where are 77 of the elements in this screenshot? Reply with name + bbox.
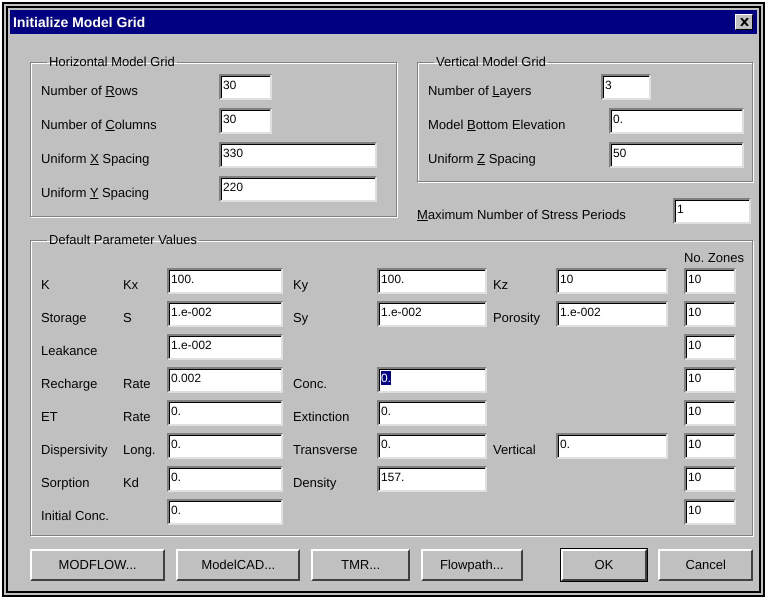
input-field[interactable]: 220 bbox=[219, 176, 377, 202]
field-label: Number of Layers bbox=[428, 82, 532, 100]
field-label: Kz bbox=[493, 276, 510, 294]
parameter-label: Initial Conc. bbox=[41, 506, 110, 524]
close-button[interactable] bbox=[735, 14, 753, 30]
field-label: Number of Columns bbox=[41, 116, 158, 134]
input-field[interactable]: 10 bbox=[684, 367, 736, 393]
dialog-button[interactable]: MODFLOW... bbox=[30, 549, 166, 581]
dialog-button[interactable]: TMR... bbox=[311, 549, 410, 581]
dialog-button[interactable]: Flowpath... bbox=[420, 549, 523, 581]
sublabel: S bbox=[123, 308, 132, 326]
input-field[interactable]: 10 bbox=[684, 400, 736, 426]
parameter-label: Sorption bbox=[41, 474, 90, 492]
input-field[interactable]: 50 bbox=[609, 142, 744, 168]
parameter-label: Dispersivity bbox=[41, 440, 108, 459]
sublabel: Long. bbox=[123, 440, 156, 459]
field-label: Number of Rows bbox=[41, 82, 139, 100]
input-field[interactable]: 0. bbox=[609, 108, 744, 134]
field-label: Model Bottom Elevation bbox=[428, 116, 566, 134]
sublabel: Kd bbox=[123, 474, 139, 492]
dialog-button[interactable]: OK bbox=[560, 549, 648, 581]
field-label: Extinction bbox=[293, 408, 350, 426]
field-label: Density bbox=[293, 474, 338, 492]
input-field[interactable]: 1.e-002 bbox=[167, 334, 283, 360]
dialog-button[interactable]: ModelCAD... bbox=[176, 549, 300, 581]
input-field[interactable]: 10 bbox=[556, 268, 668, 294]
field-label: Transverse bbox=[293, 440, 359, 458]
sublabel: Kx bbox=[123, 276, 138, 294]
close-icon bbox=[740, 18, 748, 26]
field-label: Uniform Y Spacing bbox=[41, 184, 150, 202]
input-field[interactable]: 0.002 bbox=[167, 367, 283, 393]
input-field[interactable]: 157. bbox=[377, 466, 487, 492]
input-field[interactable]: 10 bbox=[684, 268, 736, 294]
parameter-label: ET bbox=[41, 408, 59, 426]
input-field[interactable]: 10 bbox=[684, 499, 736, 525]
parameter-label: K bbox=[41, 276, 51, 294]
field-label: Vertical bbox=[493, 440, 537, 458]
input-field[interactable]: 1.e-002 bbox=[167, 301, 283, 327]
input-field[interactable]: 30 bbox=[219, 108, 272, 134]
window-title: Initialize Model Grid bbox=[13, 12, 146, 32]
input-field[interactable]: 1.e-002 bbox=[556, 301, 668, 327]
input-field[interactable]: 30 bbox=[219, 74, 272, 100]
field-label: Porosity bbox=[493, 308, 541, 327]
group-title: Vertical Model Grid bbox=[435, 54, 547, 70]
field-label: Ky bbox=[293, 276, 310, 294]
input-field[interactable]: 0. bbox=[556, 433, 668, 459]
field-label: Conc. bbox=[293, 374, 328, 392]
input-field[interactable]: 1.e-002 bbox=[377, 301, 487, 327]
input-field[interactable]: 10 bbox=[684, 301, 736, 327]
input-field[interactable]: 0. bbox=[167, 433, 283, 459]
input-field[interactable]: 10 bbox=[684, 334, 736, 360]
dialog-button[interactable]: Cancel bbox=[658, 549, 754, 581]
input-field[interactable]: 1 bbox=[673, 198, 751, 224]
input-field[interactable]: 3 bbox=[601, 74, 651, 100]
input-field[interactable]: 0. bbox=[167, 400, 283, 426]
input-field[interactable]: 0. bbox=[377, 367, 487, 393]
input-field[interactable]: 10 bbox=[684, 433, 736, 459]
input-field[interactable]: 10 bbox=[684, 466, 736, 492]
group-title: Default Parameter Values bbox=[48, 232, 198, 248]
column-header: No. Zones bbox=[684, 250, 744, 266]
input-field[interactable]: 330 bbox=[219, 142, 377, 168]
sublabel: Rate bbox=[123, 374, 150, 392]
field-label: Uniform X Spacing bbox=[41, 150, 150, 168]
input-field[interactable]: 0. bbox=[377, 433, 487, 459]
parameter-label: Leakance bbox=[41, 342, 98, 360]
group-title: Horizontal Model Grid bbox=[48, 54, 176, 70]
input-field[interactable]: 0. bbox=[167, 466, 283, 492]
field-label: Uniform Z Spacing bbox=[428, 150, 537, 168]
input-field[interactable]: 100. bbox=[377, 268, 487, 294]
sublabel: Rate bbox=[123, 408, 150, 426]
field-label: Maximum Number of Stress Periods bbox=[417, 206, 627, 224]
input-field[interactable]: 0. bbox=[167, 499, 283, 525]
input-field[interactable]: 100. bbox=[167, 268, 283, 294]
parameter-label: Recharge bbox=[41, 374, 98, 393]
field-label: Sy bbox=[293, 308, 310, 327]
parameter-label: Storage bbox=[41, 308, 88, 327]
input-field[interactable]: 0. bbox=[377, 400, 487, 426]
